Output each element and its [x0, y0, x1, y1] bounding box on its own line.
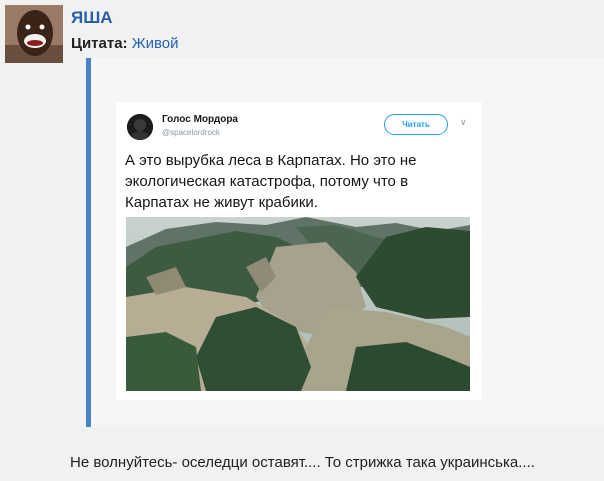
- follow-button[interactable]: Читать: [384, 114, 448, 135]
- forest-photo[interactable]: [126, 217, 470, 391]
- tweet-author-handle[interactable]: @spacelordrock: [162, 128, 220, 137]
- tweet-author-name[interactable]: Голос Мордора: [162, 114, 238, 125]
- embedded-tweet: Голос Мордора @spacelordrock Читать ∨ А …: [116, 102, 482, 400]
- avatar-image: [5, 5, 63, 63]
- tweet-text: А это вырубка леса в Карпатах. Но это не…: [125, 152, 417, 211]
- user-avatar[interactable]: [5, 5, 63, 63]
- post-author[interactable]: ЯША: [71, 8, 113, 28]
- quote-header: Цитата: Живой: [71, 35, 179, 52]
- quote-label: Цитата:: [71, 35, 128, 52]
- clearcut-mountains-image: [126, 217, 470, 391]
- tweet-avatar[interactable]: [127, 114, 153, 140]
- tweet-avatar-image: [127, 114, 153, 140]
- chevron-down-icon[interactable]: ∨: [460, 117, 467, 128]
- post-comment: Не волнуйтесь- оселедци оставят.... То с…: [70, 454, 535, 471]
- quote-source-link[interactable]: Живой: [132, 35, 179, 52]
